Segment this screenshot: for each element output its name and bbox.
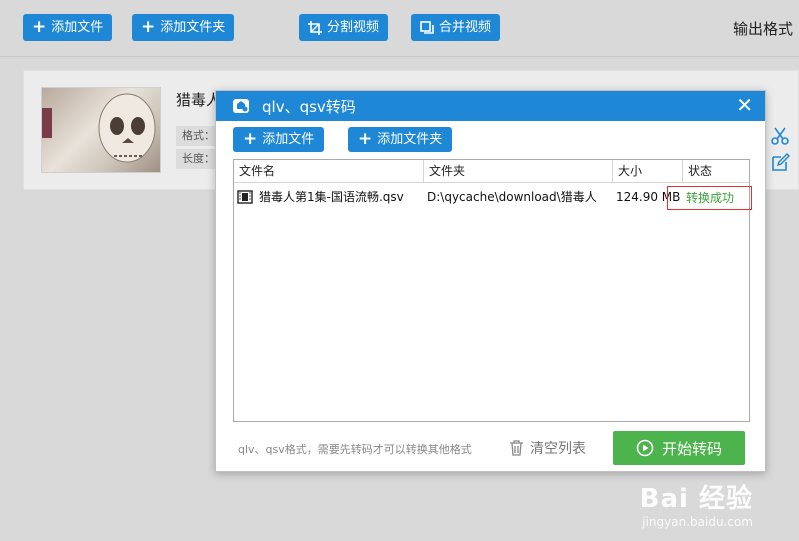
start-convert-button[interactable]: 开始转码 [613,431,745,465]
film-icon [237,190,253,204]
dialog-add-file-button[interactable]: + 添加文件 [233,127,325,152]
row-file-name: 猎毒人第1集-国语流畅.qsv [259,190,404,204]
format-label: 格式： [176,126,216,146]
dialog-add-folder-button[interactable]: + 添加文件夹 [348,127,453,152]
video-thumbnail [41,87,161,173]
merge-video-button[interactable]: 合并视频 [411,14,501,41]
column-header-folder[interactable]: 文件夹 [424,160,613,182]
play-circle-icon [636,439,654,457]
watermark-brand: Bai 经验 [639,484,753,514]
dialog-title: qlv、qsv转码 [262,98,356,116]
clear-list-button[interactable]: 清空列表 [509,438,586,458]
qsv-convert-dialog: qlv、qsv转码 ✕ + 添加文件 + 添加文件夹 文件名 文件夹 大小 状态… [215,90,766,472]
clear-list-label: 清空列表 [530,441,586,457]
plus-icon: + [32,17,47,37]
table-row[interactable]: 猎毒人第1集-国语流畅.qsv D:\qycache\download\猎毒人 … [234,184,752,210]
column-header-status[interactable]: 状态 [683,160,749,182]
plus-icon: + [243,129,258,149]
format-hint: qlv、qsv格式，需要先转码才可以转换其他格式 [238,443,472,456]
close-icon[interactable]: ✕ [736,94,753,116]
merge-video-label: 合并视频 [439,20,492,35]
dialog-header: qlv、qsv转码 ✕ [216,91,765,121]
crop-icon [308,20,322,35]
row-folder: D:\qycache\download\猎毒人 [427,190,597,204]
split-video-label: 分割视频 [327,20,380,35]
plus-icon: + [358,129,373,149]
split-video-button[interactable]: 分割视频 [299,14,389,41]
add-file-button[interactable]: + 添加文件 [23,14,113,41]
file-list-table: 文件名 文件夹 大小 状态 猎毒人第1集-国语流畅.qsv D:\qycache… [233,159,752,422]
main-toolbar: + 添加文件 + 添加文件夹 分割视频 合并视频 输出格式 [0,0,799,57]
dialog-add-folder-label: 添加文件夹 [377,132,443,147]
baidu-watermark: Bai 经验 jingyan.baidu.com [640,478,753,529]
row-status: 转换成功 [667,186,752,210]
add-folder-label: 添加文件夹 [160,20,226,35]
trash-icon [510,440,523,456]
output-format-label: 输出格式 [732,20,793,38]
edit-icon[interactable] [770,153,790,173]
dialog-add-file-label: 添加文件 [262,132,315,147]
column-header-name[interactable]: 文件名 [234,160,424,182]
start-convert-label: 开始转码 [661,439,722,458]
table-header: 文件名 文件夹 大小 状态 [234,160,749,183]
plus-icon: + [141,17,156,37]
watermark-url: jingyan.baidu.com [642,515,753,529]
length-label: 长度： [176,149,216,169]
add-file-label: 添加文件 [51,20,104,35]
app-logo-icon [233,99,249,113]
scissors-icon[interactable] [770,126,790,146]
merge-icon [420,20,434,34]
column-header-size[interactable]: 大小 [613,160,683,182]
add-folder-button[interactable]: + 添加文件夹 [132,14,235,41]
